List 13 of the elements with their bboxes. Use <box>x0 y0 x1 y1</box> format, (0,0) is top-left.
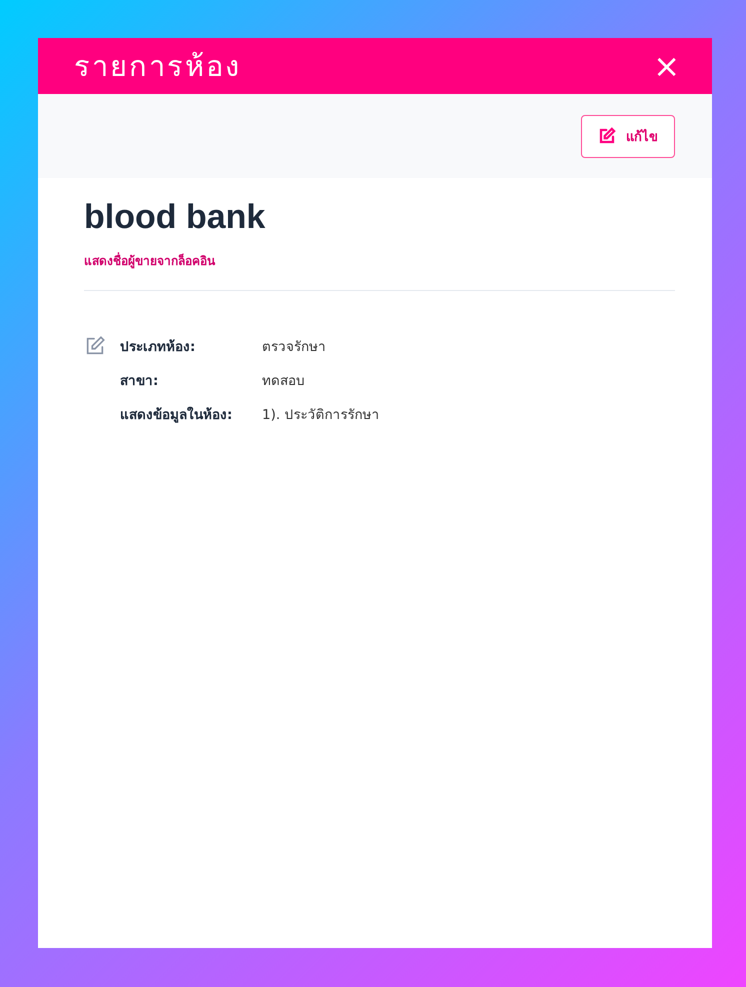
detail-value: ทดสอบ <box>262 372 306 391</box>
edit-icon <box>84 335 106 357</box>
close-button[interactable]: × <box>649 50 684 82</box>
detail-label: สาขา: <box>120 372 160 391</box>
detail-value: 1). ประวัติการรักษา <box>262 406 380 425</box>
detail-label: แสดงข้อมูลในห้อง: <box>120 406 234 425</box>
detail-label: ประเภทห้อง: <box>120 338 196 357</box>
edit-button[interactable]: แก้ไข <box>581 114 675 158</box>
detail-value: ตรวจรักษา <box>262 338 327 357</box>
subtitle: แสดงชื่อผู้ขายจากล็อคอิน <box>84 251 216 270</box>
modal-title: รายการห้อง <box>74 48 241 85</box>
room-name: blood bank <box>84 198 266 237</box>
edit-icon <box>598 127 616 145</box>
